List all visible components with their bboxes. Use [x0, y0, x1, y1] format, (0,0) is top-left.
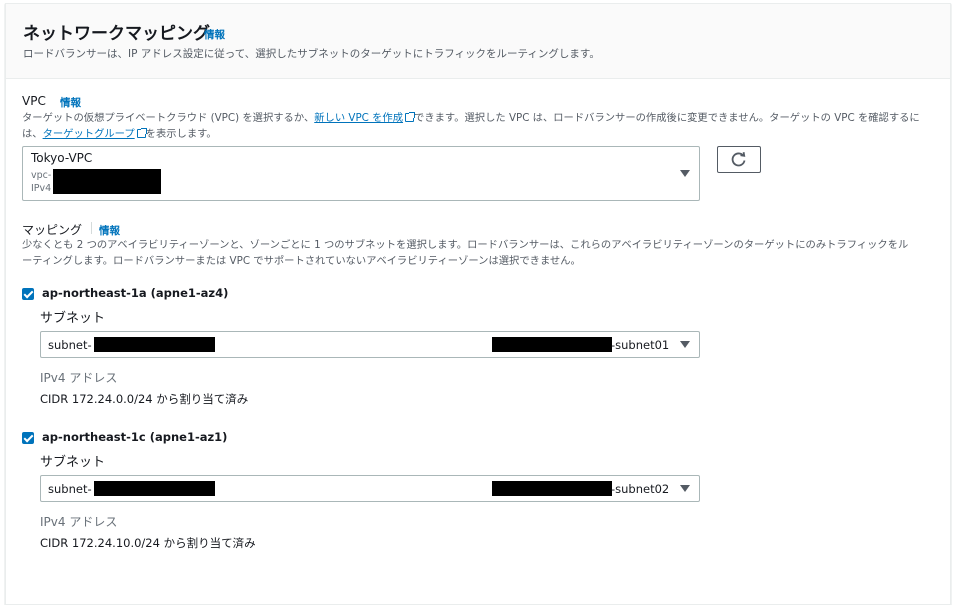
cidr-text: CIDR 172.24.10.0/24 から割り当て済み	[40, 536, 256, 550]
vpc-cidr-prefix: IPv4	[31, 183, 52, 194]
az-checkbox[interactable]	[22, 432, 34, 444]
ipv4-address-label: IPv4 アドレス	[40, 515, 118, 529]
az-label: ap-northeast-1a (apne1-az4)	[42, 286, 229, 300]
chevron-down-icon	[680, 341, 690, 348]
subnet-prefix: subnet-	[48, 338, 92, 352]
external-link-icon	[405, 112, 416, 122]
redaction	[94, 337, 215, 352]
vpc-label: VPC	[22, 94, 46, 108]
refresh-button[interactable]	[717, 146, 761, 173]
subnet-label: サブネット	[40, 311, 106, 326]
chevron-down-icon	[680, 485, 690, 492]
network-mapping-panel: ネットワークマッピング 情報 ロードバランサーは、IP アドレス設定に従って、選…	[5, 3, 951, 605]
redaction	[94, 481, 215, 496]
create-vpc-link[interactable]: 新しい VPC を作成	[314, 112, 403, 124]
subnet-suffix: -subnet01	[611, 338, 670, 352]
subnet-suffix: -subnet02	[611, 482, 670, 496]
cidr-text: CIDR 172.24.0.0/24 から割り当て済み	[40, 392, 249, 406]
vpc-select[interactable]: Tokyo-VPC vpc- IPv4	[22, 146, 700, 201]
page-title: ネットワークマッピング	[23, 24, 210, 44]
subnet-select[interactable]: subnet- -subnet01	[40, 331, 700, 358]
subnet-label: サブネット	[40, 455, 106, 470]
panel-header: ネットワークマッピング 情報 ロードバランサーは、IP アドレス設定に従って、選…	[6, 4, 950, 79]
refresh-icon	[731, 152, 746, 167]
mapping-description: 少なくとも 2 つのアベイラビリティーゾーンと、ゾーンごとに 1 つのサブネット…	[22, 239, 909, 267]
header-info-link[interactable]: 情報	[204, 27, 225, 42]
az-checkbox[interactable]	[22, 288, 34, 300]
redaction	[492, 337, 612, 352]
divider	[91, 222, 92, 234]
chevron-down-icon	[680, 170, 690, 177]
az-label: ap-northeast-1c (apne1-az1)	[42, 430, 228, 444]
mapping-label: マッピング	[22, 223, 83, 237]
vpc-description: ターゲットの仮想プライベートクラウド (VPC) を選択するか、新しい VPC …	[22, 112, 920, 140]
target-group-link[interactable]: ターゲットグループ	[43, 128, 135, 140]
ipv4-address-label: IPv4 アドレス	[40, 371, 118, 385]
header-description: ロードバランサーは、IP アドレス設定に従って、選択したサブネットのターゲットに…	[23, 48, 600, 60]
redaction	[53, 169, 161, 194]
vpc-id-prefix: vpc-	[31, 170, 52, 181]
redaction	[492, 481, 612, 496]
mapping-info-link[interactable]: 情報	[99, 223, 120, 238]
external-link-icon	[136, 128, 147, 138]
subnet-prefix: subnet-	[48, 482, 92, 496]
subnet-select[interactable]: subnet- -subnet02	[40, 475, 700, 502]
vpc-info-link[interactable]: 情報	[60, 95, 81, 110]
vpc-name: Tokyo-VPC	[31, 151, 93, 165]
